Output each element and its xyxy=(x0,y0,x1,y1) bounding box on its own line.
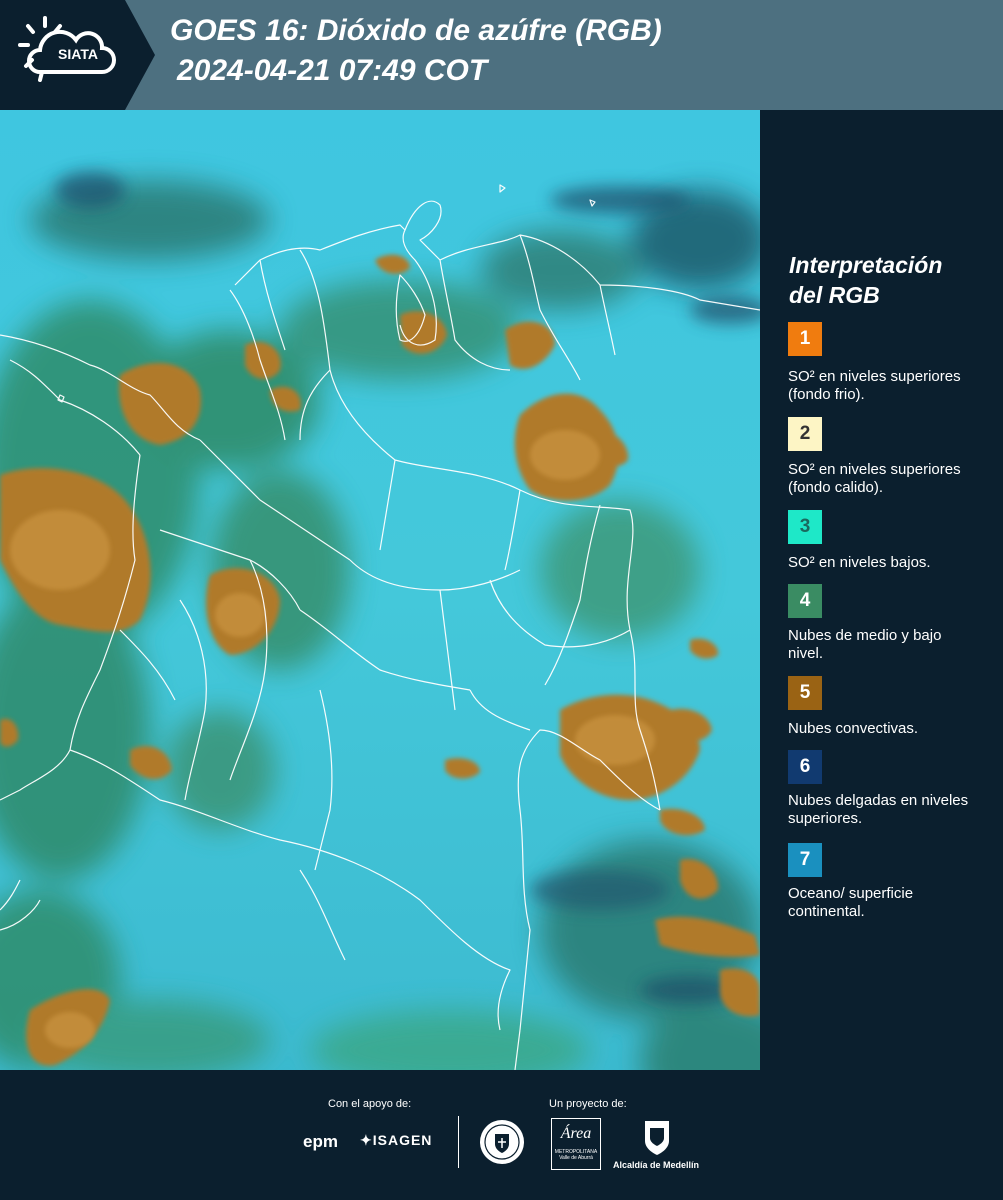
logo-text: SIATA xyxy=(58,46,98,62)
legend-swatch: 1 xyxy=(788,322,822,356)
legend-number: 6 xyxy=(799,756,811,777)
legend-panel: Interpretación del RGB 1 SO² en niveles … xyxy=(760,110,1003,1070)
title-product: GOES 16: Dióxido de azúfre (RGB) xyxy=(170,14,662,47)
legend-number: 7 xyxy=(799,849,811,870)
legend-swatch: 2 xyxy=(788,417,822,451)
siata-logo: SIATA xyxy=(0,0,155,110)
legend-number: 4 xyxy=(799,590,811,611)
area-metropolitana-logo: Área METROPOLITANA Valle de Aburrá xyxy=(551,1118,601,1170)
legend-swatch: 7 xyxy=(788,843,822,877)
isagen-text: ISAGEN xyxy=(372,1132,433,1148)
legend-swatch: 4 xyxy=(788,584,822,618)
epm-logo: epm xyxy=(303,1132,338,1151)
legend-description: SO² en niveles superiores (fondo frio). xyxy=(788,368,961,403)
legend-description: Nubes convectivas. xyxy=(788,720,919,737)
support-label: Con el apoyo de: xyxy=(328,1098,412,1110)
legend-number: 3 xyxy=(799,516,811,537)
legend-title-line1: Interpretación xyxy=(789,252,943,278)
area-logo-text: Área xyxy=(560,1125,592,1142)
isagen-logo: ✦ISAGEN xyxy=(360,1132,432,1149)
satellite-rgb-image xyxy=(0,110,760,1070)
medellin-seal-icon xyxy=(480,1120,524,1164)
isagen-icon: ✦ xyxy=(360,1132,373,1148)
area-logo-subtitle: METROPOLITANA Valle de Aburrá xyxy=(554,1149,598,1161)
legend-description: SO² en niveles bajos. xyxy=(788,554,931,571)
legend-title: Interpretación del RGB xyxy=(789,250,989,310)
legend-swatch: 3 xyxy=(788,510,822,544)
header: SIATA GOES 16: Dióxido de azúfre (RGB) 2… xyxy=(0,0,1003,110)
legend-description: Oceano/ superficie continental. xyxy=(788,885,914,920)
legend-swatch: 5 xyxy=(788,676,822,710)
footer-divider xyxy=(458,1116,459,1168)
legend-description: Nubes de medio y bajo nivel. xyxy=(788,627,942,662)
legend-swatch: 6 xyxy=(788,750,822,784)
footer: Con el apoyo de: Un proyecto de: epm ✦IS… xyxy=(0,1070,1003,1200)
alcaldia-logo-text: Alcaldía de Medellín xyxy=(613,1160,700,1170)
legend-number: 1 xyxy=(799,328,811,349)
legend-description: Nubes delgadas en niveles superiores. xyxy=(788,792,969,827)
title-timestamp: 2024-04-21 07:49 COT xyxy=(177,54,488,87)
satellite-map xyxy=(0,110,760,1070)
legend-number: 2 xyxy=(799,423,811,444)
legend-description: SO² en niveles superiores (fondo calido)… xyxy=(788,461,961,496)
legend-title-line2: del RGB xyxy=(789,282,880,308)
alcaldia-shield-icon xyxy=(645,1121,669,1155)
project-label: Un proyecto de: xyxy=(549,1098,627,1110)
legend-number: 5 xyxy=(799,682,811,703)
